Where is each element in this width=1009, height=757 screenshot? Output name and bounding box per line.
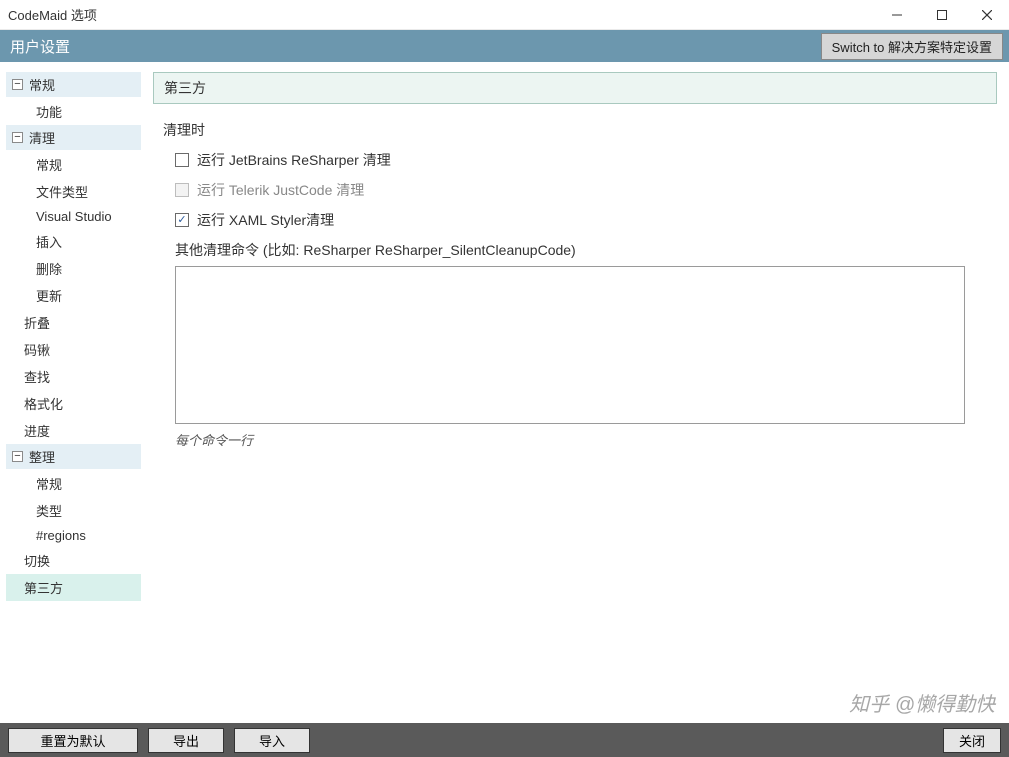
other-commands-label: 其他清理命令 (比如: ReSharper ReSharper_SilentCl…	[175, 240, 997, 260]
checkbox-row-xamlstyler[interactable]: ✓ 运行 XAML Styler清理	[175, 210, 997, 230]
sidebar-group-general[interactable]: − 常规	[6, 72, 141, 97]
section-title: 第三方	[153, 72, 997, 104]
import-button[interactable]: 导入	[234, 728, 310, 753]
close-dialog-button[interactable]: 关闭	[943, 728, 1001, 753]
minimize-button[interactable]	[874, 0, 919, 30]
footer-bar: 重置为默认 导出 导入 关闭	[0, 723, 1009, 757]
sidebar-item-spade[interactable]: 码锹	[6, 336, 141, 363]
checkbox-label: 运行 JetBrains ReSharper 清理	[197, 150, 391, 170]
header-title: 用户设置	[10, 36, 821, 57]
sidebar-item-delete[interactable]: 删除	[6, 255, 141, 282]
sidebar-item-cleanup-general[interactable]: 常规	[6, 151, 141, 178]
checkbox-row-justcode: 运行 Telerik JustCode 清理	[175, 180, 997, 200]
sidebar-item-organize-general[interactable]: 常规	[6, 470, 141, 497]
titlebar: CodeMaid 选项	[0, 0, 1009, 30]
switch-solution-settings-button[interactable]: Switch to 解决方案特定设置	[821, 33, 1003, 60]
sidebar-item-format[interactable]: 格式化	[6, 390, 141, 417]
sidebar-item-thirdparty[interactable]: 第三方	[6, 574, 141, 601]
checkbox-row-resharper[interactable]: 运行 JetBrains ReSharper 清理	[175, 150, 997, 170]
sidebar-group-cleanup[interactable]: − 清理	[6, 125, 141, 150]
maximize-button[interactable]	[919, 0, 964, 30]
collapse-icon: −	[12, 451, 23, 462]
sidebar-item-file-types[interactable]: 文件类型	[6, 178, 141, 205]
collapse-icon: −	[12, 79, 23, 90]
collapse-icon: −	[12, 132, 23, 143]
sidebar-item-insert[interactable]: 插入	[6, 228, 141, 255]
close-button[interactable]	[964, 0, 1009, 30]
checkbox-icon[interactable]	[175, 153, 189, 167]
sidebar-item-visual-studio[interactable]: Visual Studio	[6, 205, 141, 228]
checkbox-label: 运行 Telerik JustCode 清理	[197, 180, 364, 200]
sidebar-group-organize[interactable]: − 整理	[6, 444, 141, 469]
checkbox-label: 运行 XAML Styler清理	[197, 210, 334, 230]
sidebar-item-types[interactable]: 类型	[6, 497, 141, 524]
sidebar-group-label: 整理	[29, 447, 55, 466]
reset-defaults-button[interactable]: 重置为默认	[8, 728, 138, 753]
sidebar-group-label: 常规	[29, 75, 55, 94]
sidebar-item-switch[interactable]: 切换	[6, 547, 141, 574]
hint-text: 每个命令一行	[175, 430, 997, 449]
sidebar-group-label: 清理	[29, 128, 55, 147]
sidebar-item-update[interactable]: 更新	[6, 282, 141, 309]
sidebar-item-collapse[interactable]: 折叠	[6, 309, 141, 336]
header-bar: 用户设置 Switch to 解决方案特定设置	[0, 30, 1009, 62]
other-commands-input[interactable]	[175, 266, 965, 424]
window-title: CodeMaid 选项	[8, 5, 874, 24]
content-pane: 第三方 清理时 运行 JetBrains ReSharper 清理 运行 Tel…	[145, 62, 1009, 723]
sidebar-item-features[interactable]: 功能	[6, 98, 141, 125]
sidebar-item-find[interactable]: 查找	[6, 363, 141, 390]
sidebar-item-progress[interactable]: 进度	[6, 417, 141, 444]
sidebar-item-regions[interactable]: #regions	[6, 524, 141, 547]
group-label-cleanup: 清理时	[163, 120, 997, 140]
sidebar: − 常规 功能 − 清理 常规 文件类型 Visual Studio 插入 删除…	[0, 62, 145, 723]
checkbox-icon	[175, 183, 189, 197]
export-button[interactable]: 导出	[148, 728, 224, 753]
checkbox-icon[interactable]: ✓	[175, 213, 189, 227]
